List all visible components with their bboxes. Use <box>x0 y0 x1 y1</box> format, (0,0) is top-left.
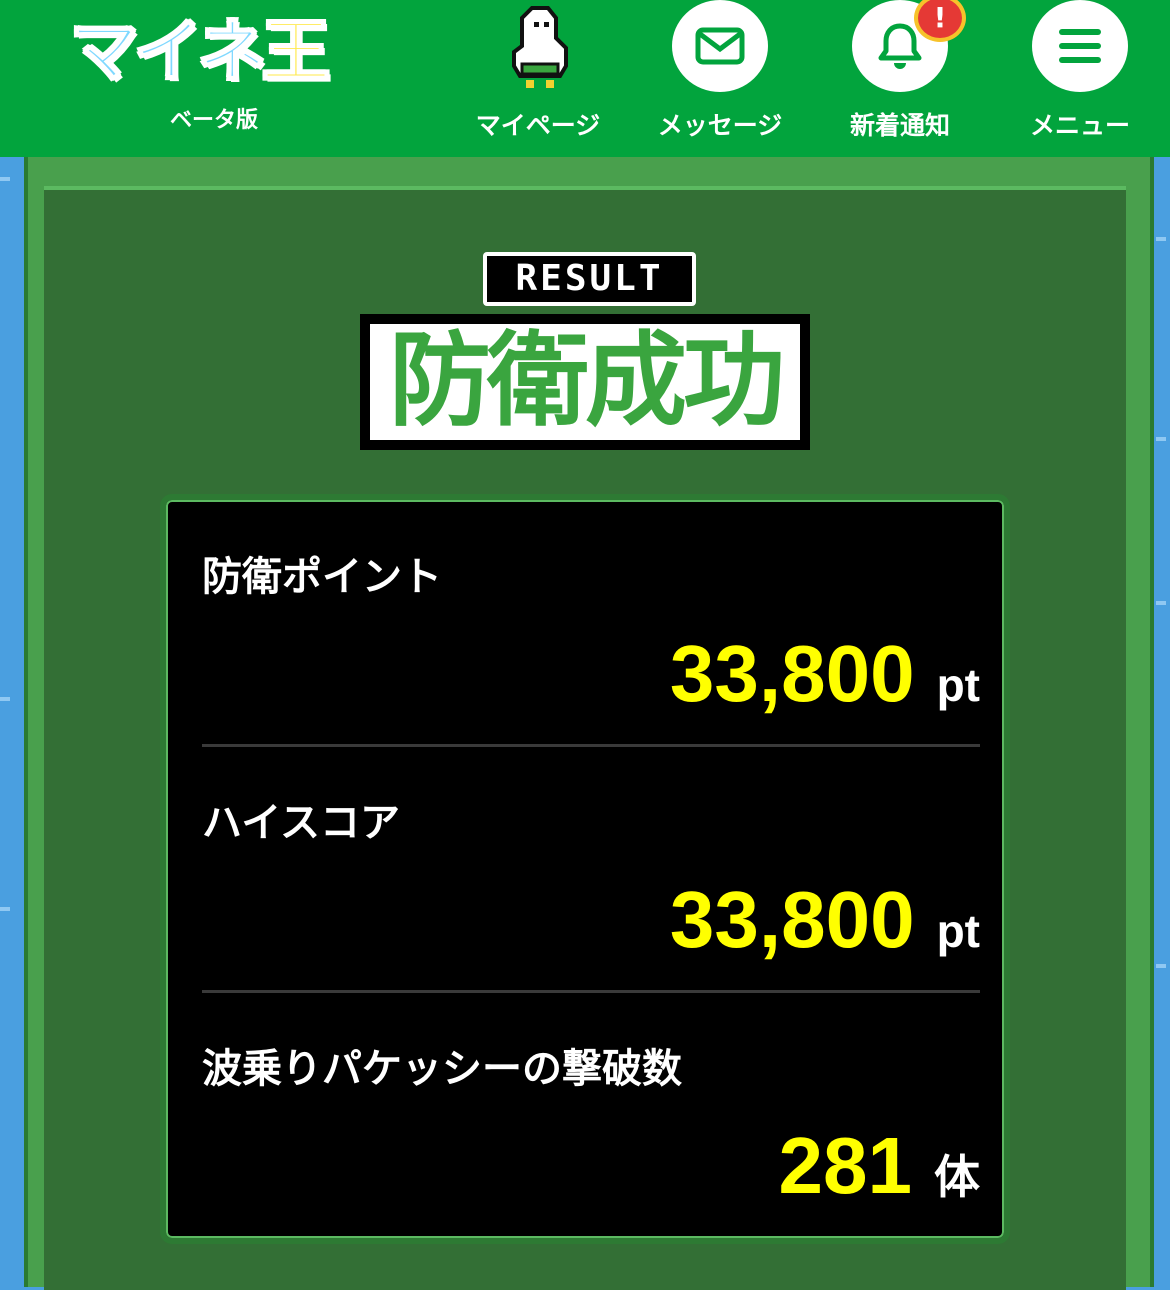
stat-unit: 体 <box>934 1151 980 1203</box>
stat-value: 33,800 pt <box>670 874 980 966</box>
nav-circle <box>672 0 768 92</box>
nav-circle <box>1032 0 1128 92</box>
water-dash <box>0 697 10 701</box>
water-dash <box>0 907 10 911</box>
stat-unit: pt <box>936 659 980 711</box>
result-title-text: 防衛成功 <box>370 324 800 440</box>
stat-value: 33,800 pt <box>670 628 980 720</box>
water-dash <box>1156 237 1166 241</box>
nav-label: 新着通知 <box>849 111 950 140</box>
top-header: マイネ王 ベータ版 マイページ メッセージ 新着通知 ! メニュー <box>0 0 1170 157</box>
stat-label: 波乗りパケッシーの撃破数 <box>202 1046 682 1092</box>
divider <box>202 990 980 993</box>
water-dash <box>1156 964 1166 968</box>
stat-unit: pt <box>936 905 980 957</box>
stat-row-high-score: ハイスコア 33,800 pt <box>202 790 980 990</box>
stat-label: ハイスコア <box>202 800 400 846</box>
water-dash <box>1156 437 1166 441</box>
water-dash <box>0 177 10 181</box>
stat-label: 防衛ポイント <box>202 554 442 600</box>
bird-avatar-icon <box>512 6 568 88</box>
hamburger-menu-icon <box>1059 29 1101 63</box>
nav-messages[interactable]: メッセージ <box>640 0 800 157</box>
left-water-strip <box>0 157 22 1287</box>
divider <box>202 744 980 747</box>
result-tag: RESULT <box>483 252 696 306</box>
nav-label: メッセージ <box>657 111 783 140</box>
logo-text-main: マイネ <box>69 12 267 93</box>
stat-value: 281 体 <box>779 1120 980 1212</box>
stat-number: 33,800 <box>669 875 915 964</box>
nav-label: マイページ <box>475 111 601 140</box>
stat-number: 33,800 <box>669 629 915 718</box>
nav-menu[interactable]: メニュー <box>1000 0 1160 157</box>
stat-number: 281 <box>778 1121 912 1210</box>
site-logo[interactable]: マイネ王 ベータ版 <box>69 8 331 138</box>
result-stats-panel: 防衛ポイント 33,800 pt ハイスコア 33,800 pt 波乗りパケッシーの… <box>160 494 1010 1244</box>
mail-icon <box>695 27 745 65</box>
stat-row-defeat-count: 波乗りパケッシーの撃破数 281 体 <box>202 1036 980 1236</box>
nav-mypage[interactable]: マイページ <box>458 0 618 157</box>
nav-label: メニュー <box>1029 111 1130 140</box>
logo-wordmark: マイネ王 <box>69 8 331 98</box>
water-dash <box>1156 601 1166 605</box>
stat-row-defense-points: 防衛ポイント 33,800 pt <box>202 544 980 744</box>
result-title: 防衛成功 <box>360 314 810 450</box>
logo-text-last: 王 <box>261 12 331 93</box>
beta-label: ベータ版 <box>169 108 258 133</box>
